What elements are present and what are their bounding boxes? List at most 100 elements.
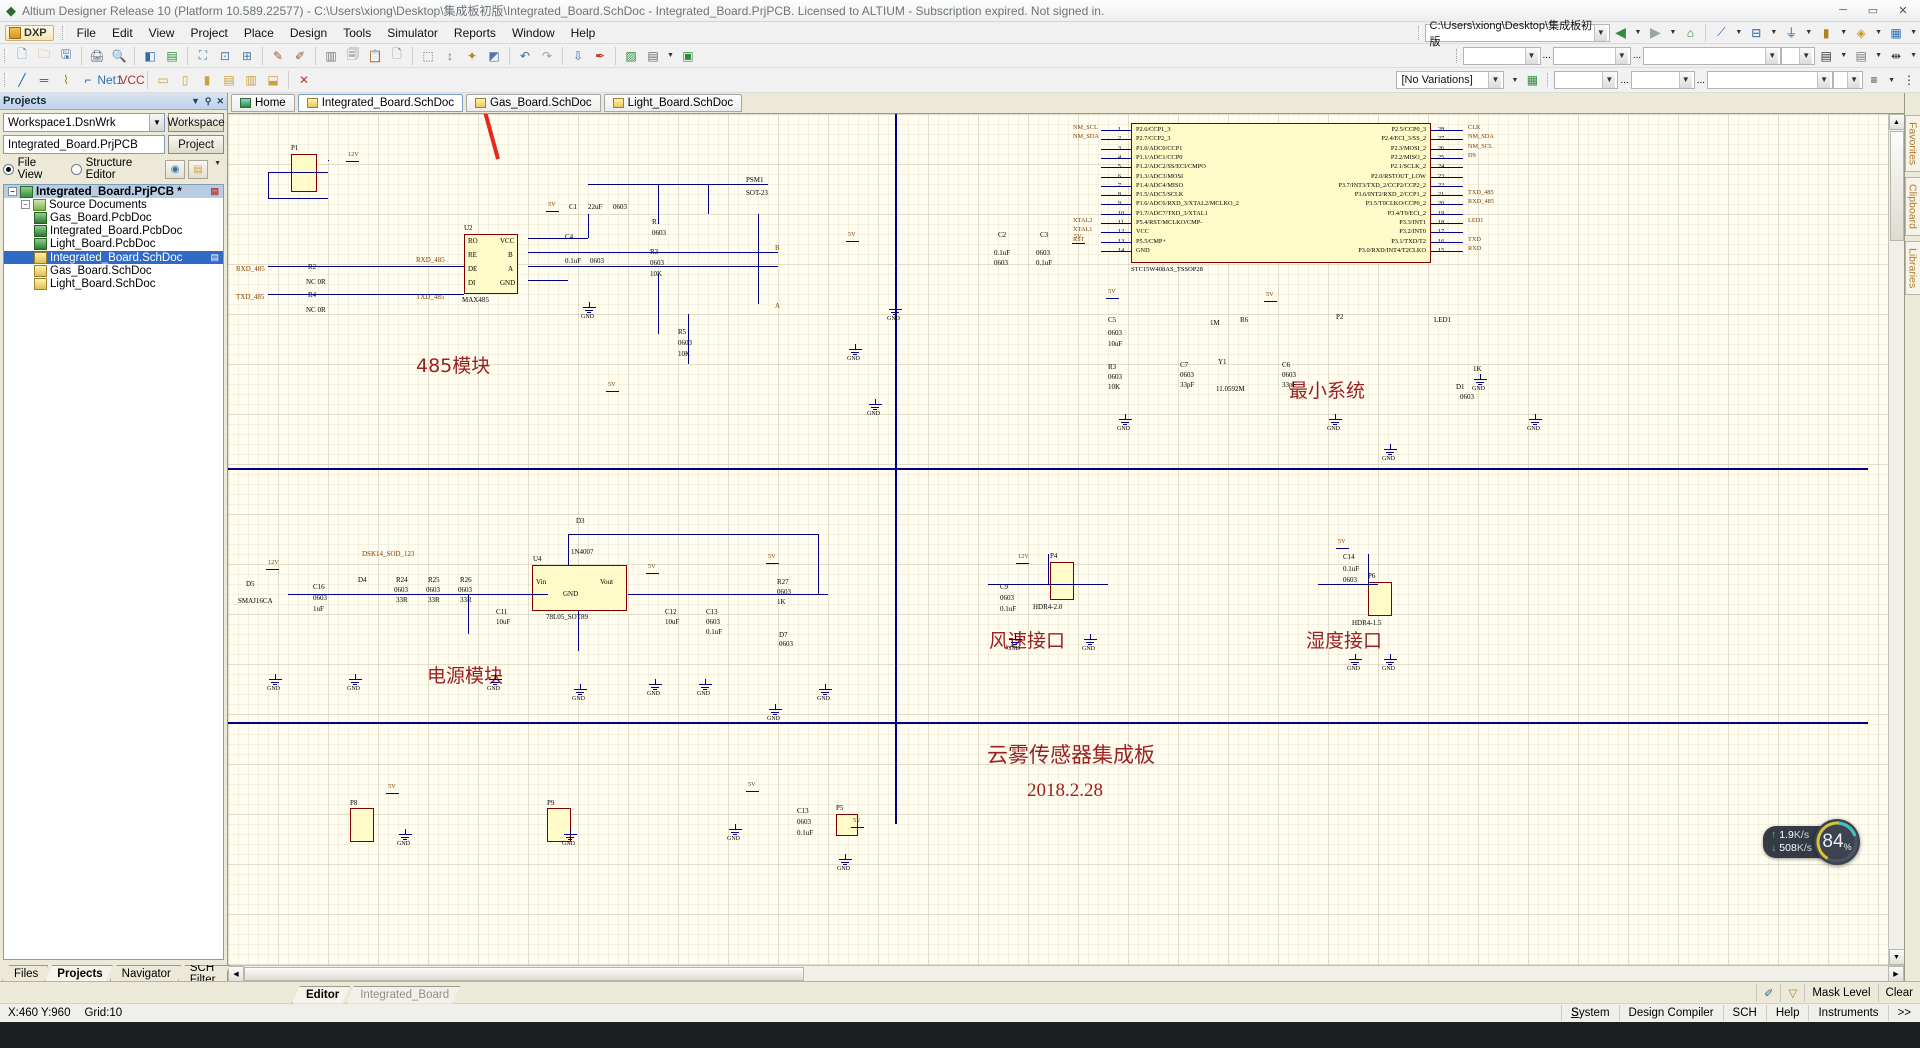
scroll-left-button[interactable]: ◀ [228, 965, 244, 982]
chevron-down-icon[interactable]: ▼ [1602, 72, 1616, 88]
filter-combo-1[interactable]: ▼ [1462, 46, 1541, 65]
right-tab-libraries[interactable]: Libraries [1904, 241, 1920, 296]
structure-editor-radio[interactable]: Structure Editor [70, 157, 162, 181]
chevron-down-icon[interactable]: ▼ [1765, 47, 1779, 64]
sec-filter-combo-2[interactable]: ▼ [1630, 71, 1695, 89]
editor-tab-editor[interactable]: Editor [292, 986, 350, 1004]
place-harness-connector-icon[interactable]: ▤ [218, 70, 240, 91]
scroll-down-button[interactable]: ▼ [1888, 949, 1905, 965]
menu-view[interactable]: View [141, 23, 183, 43]
bus-tool-icon[interactable]: ⊟ [1745, 22, 1767, 43]
path-toolbar-grip[interactable] [1417, 25, 1421, 40]
schematic-canvas[interactable]: 485模块 最小系统 电源模块 风速接口 湿度接口 云雾传感器集成板 2018.… [228, 114, 1888, 965]
status-button-sch[interactable]: SCH [1722, 1005, 1766, 1021]
cross-probe-icon[interactable]: ✎ [267, 45, 289, 66]
net-label-icon[interactable]: ◈ [1850, 22, 1872, 43]
close-button[interactable]: ✕ [1888, 0, 1918, 20]
redo-icon[interactable]: ↷ [536, 45, 558, 66]
place-power-port-icon[interactable]: VCC [119, 70, 144, 91]
editor-tab-integrated-board[interactable]: Integrated_Board [346, 986, 460, 1004]
menu-place[interactable]: Place [236, 23, 282, 43]
move-selection-icon[interactable]: ↕ [439, 45, 461, 66]
right-tab-clipboard[interactable]: Clipboard [1904, 177, 1920, 237]
text-align-icon[interactable]: ≡ [1863, 70, 1885, 91]
compile-icon[interactable]: ▨ [620, 45, 642, 66]
grid-chevron-down-icon[interactable]: ▼ [1907, 29, 1920, 36]
forward-button[interactable]: ▶ [1644, 22, 1666, 43]
back-button[interactable]: ◀ [1610, 22, 1632, 43]
tree-node-gas-board-pcbdoc[interactable]: Gas_Board.PcbDoc [4, 211, 223, 224]
menu-file[interactable]: File [69, 23, 104, 43]
part-tool-icon[interactable]: ▮ [1815, 22, 1837, 43]
chevron-down-icon[interactable]: ▼ [1817, 72, 1831, 88]
undo-icon[interactable]: ↶ [514, 45, 536, 66]
menu-reports[interactable]: Reports [446, 23, 504, 43]
toolbar-grip-1[interactable] [4, 48, 7, 63]
cross-select-icon[interactable]: ✐ [289, 45, 311, 66]
windows-taskbar[interactable] [0, 1022, 1920, 1048]
new-document-icon[interactable]: 🗋 [11, 45, 33, 66]
more-tools-icon[interactable]: ⋮ [1898, 70, 1920, 91]
panel-tab-projects[interactable]: Projects [45, 965, 112, 981]
chevron-down-icon[interactable]: ▼ [1678, 72, 1692, 88]
status-button-system[interactable]: S System [1561, 1005, 1619, 1021]
vertical-scroll-thumb[interactable] [1889, 131, 1904, 241]
document-tab-gas-board-schdoc[interactable]: Gas_Board.SchDoc [466, 94, 601, 112]
forward-history-chevron-down-icon[interactable]: ▼ [1666, 29, 1679, 36]
home-button[interactable]: ⌂ [1679, 22, 1701, 43]
minimize-button[interactable]: ─ [1828, 0, 1858, 20]
status-button-help[interactable]: Help [1765, 1005, 1809, 1021]
panel-pin-icon[interactable]: ⚲ [205, 96, 212, 107]
menu-design[interactable]: Design [282, 23, 335, 43]
gnd-chevron-down-icon[interactable]: ▼ [1802, 29, 1815, 36]
place-port-icon[interactable]: ⬓ [262, 70, 284, 91]
status-button-instruments[interactable]: Instruments [1808, 1005, 1887, 1021]
bus-tool-chevron-down-icon[interactable]: ▼ [1767, 29, 1780, 36]
mask-level-button[interactable]: Mask Level [1804, 983, 1877, 1002]
sec-filter-1-ellipsis[interactable]: ... [1618, 75, 1630, 86]
update-pcb-icon[interactable]: ✒ [589, 45, 611, 66]
filter-combo-4[interactable]: ▼ [1781, 46, 1816, 65]
filter-2-ellipsis-button[interactable]: ... [1631, 50, 1643, 61]
place-bus-entry-icon[interactable]: ⌐ [77, 70, 99, 91]
project-path-combo[interactable]: C:\Users\xiong\Desktop\集成板初版 ▼ [1424, 20, 1610, 48]
panel-tab-navigator[interactable]: Navigator [110, 965, 181, 981]
library-chevron-down-icon[interactable]: ▼ [664, 52, 677, 59]
workspace-button[interactable]: Workspace [167, 113, 225, 132]
print-icon[interactable]: 🖨 [86, 45, 108, 66]
panel-chevron-down-icon[interactable]: ▼ [191, 96, 200, 107]
place-net-label-icon[interactable]: Net1 [97, 70, 122, 91]
clear-button[interactable]: Clear [1877, 983, 1920, 1002]
distribute-chevron-down-icon[interactable]: ▼ [1907, 52, 1920, 59]
open-document-icon[interactable]: 🗀 [33, 45, 55, 66]
zoom-area-icon[interactable]: ⊡ [214, 45, 236, 66]
horizontal-scrollbar[interactable]: ◀ ▶ [228, 965, 1904, 982]
deselect-icon[interactable]: ◩ [483, 45, 505, 66]
filter-combo-2[interactable]: ▼ [1552, 46, 1631, 65]
sec-filter-combo-1[interactable]: ▼ [1554, 71, 1619, 89]
tree-node-source-documents[interactable]: − Source Documents [4, 198, 223, 211]
toolbar-grip-3[interactable] [4, 73, 7, 87]
tree-node-project[interactable]: − Integrated_Board.PrjPCB * ▤ [4, 185, 223, 199]
chevron-down-icon[interactable]: ▼ [1594, 24, 1607, 41]
tree-node-light-board-pcbdoc[interactable]: Light_Board.PcbDoc [4, 238, 223, 251]
horizontal-scroll-thumb[interactable] [244, 966, 804, 981]
save-icon[interactable]: 🖫 [55, 45, 77, 66]
mask-filter-icon[interactable]: ▽ [1780, 983, 1804, 1002]
pcb-document-icon[interactable]: ▤ [161, 45, 183, 66]
place-part-icon[interactable]: ▣ [677, 45, 699, 66]
dxp-menu-button[interactable]: DXP [5, 24, 54, 41]
place-signal-harness-icon[interactable]: ⌇ [55, 70, 77, 91]
project-field[interactable]: Integrated_Board.PrjPCB [3, 135, 165, 154]
highlight-pen-icon[interactable]: ✐ [1755, 983, 1781, 1002]
grid-icon[interactable]: ▦ [1885, 22, 1907, 43]
file-view-radio[interactable]: File View [3, 157, 62, 181]
document-tab-home[interactable]: Home [231, 94, 295, 112]
zoom-selected-icon[interactable]: ⊞ [236, 45, 258, 66]
place-wire-icon[interactable]: ╱ [11, 70, 33, 91]
browse-library-icon[interactable]: ▤ [642, 45, 664, 66]
tree-node-light-board-schdoc[interactable]: Light_Board.SchDoc [4, 277, 223, 290]
menu-tools[interactable]: Tools [335, 23, 379, 43]
variations-combo[interactable]: [No Variations] ▼ [1396, 71, 1505, 89]
scroll-right-button[interactable]: ▶ [1888, 965, 1904, 982]
